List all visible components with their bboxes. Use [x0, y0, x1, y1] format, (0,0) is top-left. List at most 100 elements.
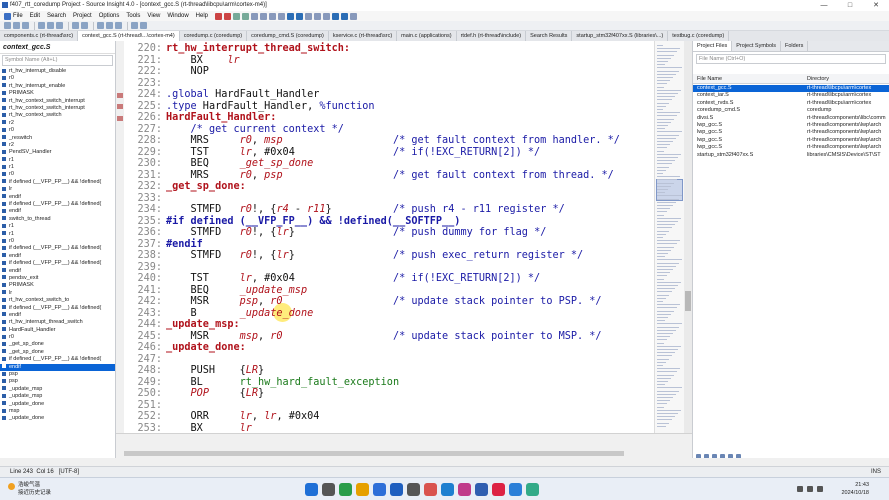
- symbol-list-item[interactable]: r2: [0, 142, 115, 149]
- toolbar-icon[interactable]: [350, 12, 358, 20]
- symbol-list-item[interactable]: r0: [0, 238, 115, 245]
- symbol-list-item[interactable]: if defined (__VFP_FP__) && !defined(: [0, 260, 115, 267]
- symbol-list-item[interactable]: r0: [0, 75, 115, 82]
- symbol-list-item[interactable]: rt_hw_context_switch_interrupt: [0, 105, 115, 112]
- save-icon[interactable]: [22, 22, 29, 29]
- project-file-row[interactable]: lwp_gcc.S rt-thread\components\lwp\arch: [693, 137, 889, 144]
- toolbar-icon[interactable]: [341, 12, 349, 20]
- minimize-icon[interactable]: —: [811, 0, 837, 11]
- toolbar-icon[interactable]: [323, 12, 331, 20]
- replace-icon[interactable]: [106, 22, 113, 29]
- symbol-list-item[interactable]: r1: [0, 157, 115, 164]
- toolbar-icon[interactable]: [287, 12, 295, 20]
- menu-search[interactable]: Search: [47, 13, 66, 19]
- symbol-list-item[interactable]: _update_done: [0, 401, 115, 408]
- undo-icon[interactable]: [72, 22, 79, 29]
- symbol-list-item[interactable]: endif: [0, 268, 115, 275]
- back-icon[interactable]: [131, 22, 138, 29]
- tab-kservice-c[interactable]: kservice.c (rt-thread\src): [329, 31, 398, 41]
- column-file-name[interactable]: File Name: [697, 74, 722, 84]
- project-file-row[interactable]: coredump_cmd.S coredump: [693, 107, 889, 114]
- panel-tool-icon[interactable]: [704, 454, 709, 458]
- tab-components-c[interactable]: components.c (rt-thread\src): [0, 31, 79, 41]
- symbol-list-item[interactable]: msp: [0, 408, 115, 415]
- panel-tool-icon[interactable]: [736, 454, 741, 458]
- symbol-list-item[interactable]: HardFault_Handler: [0, 327, 115, 334]
- project-file-row[interactable]: lwp_gcc.S rt-thread\components\lwp\arch: [693, 129, 889, 136]
- toolbar-icon[interactable]: [215, 12, 223, 20]
- chrome-icon[interactable]: [339, 483, 352, 496]
- panel-tool-icon[interactable]: [728, 454, 733, 458]
- tab-project-files[interactable]: Project Files: [693, 41, 733, 51]
- toolbar-icon[interactable]: [224, 12, 232, 20]
- project-file-row[interactable]: context_iar.S rt-thread\libcpu\arm\cortex: [693, 92, 889, 99]
- toolbar-icon[interactable]: [296, 12, 304, 20]
- symbol-list-item[interactable]: PRIMASK: [0, 282, 115, 289]
- open-file-icon[interactable]: [13, 22, 20, 29]
- tab-startup-stm32[interactable]: startup_stm32f407xx.S (libraries\...): [572, 31, 669, 41]
- symbol-list-item[interactable]: lr: [0, 290, 115, 297]
- panel-tool-icon[interactable]: [696, 454, 701, 458]
- app-icon[interactable]: [390, 483, 403, 496]
- tab-coredump-cmd-s[interactable]: coredump_cmd.S (coredump): [247, 31, 329, 41]
- symbol-list-item[interactable]: rt_hw_interrupt_enable: [0, 83, 115, 90]
- source-insight-icon[interactable]: [475, 483, 488, 496]
- tab-project-symbols[interactable]: Project Symbols: [732, 41, 782, 51]
- tab-folders[interactable]: Folders: [781, 41, 809, 51]
- toolbar-icon[interactable]: [269, 12, 277, 20]
- tab-testbug-c[interactable]: testbug.c (coredump): [668, 31, 730, 41]
- symbol-list-item[interactable]: rt_hw_context_switch: [0, 112, 115, 119]
- code-overview-minimap[interactable]: [654, 41, 684, 433]
- menu-view[interactable]: View: [147, 13, 160, 19]
- menu-edit[interactable]: Edit: [30, 13, 40, 19]
- paste-icon[interactable]: [56, 22, 63, 29]
- symbol-list-item[interactable]: r1: [0, 223, 115, 230]
- start-icon[interactable]: [305, 483, 318, 496]
- symbol-list-item[interactable]: if defined (__VFP_FP__) && !defined(: [0, 179, 115, 186]
- symbol-list-item[interactable]: endif: [0, 208, 115, 215]
- symbol-list-item[interactable]: r0: [0, 334, 115, 341]
- symbol-list-item[interactable]: r1: [0, 231, 115, 238]
- menu-project[interactable]: Project: [73, 13, 92, 19]
- symbol-list-item[interactable]: r2: [0, 120, 115, 127]
- project-file-row[interactable]: context_gcc.S rt-thread\libcpu\arm\cortex: [693, 85, 889, 93]
- app-icon[interactable]: [441, 483, 454, 496]
- chevron-up-icon[interactable]: [797, 486, 803, 492]
- tab-search-results[interactable]: Search Results: [526, 31, 573, 41]
- project-file-row[interactable]: context_rvds.S rt-thread\libcpu\arm\corte…: [693, 100, 889, 107]
- symbol-list-item[interactable]: endif: [0, 194, 115, 201]
- app-icon[interactable]: [424, 483, 437, 496]
- symbol-list-item[interactable]: r0: [0, 127, 115, 134]
- symbol-list-item[interactable]: _update_msp: [0, 393, 115, 400]
- file-explorer-icon[interactable]: [356, 483, 369, 496]
- symbol-list-item[interactable]: rt_hw_context_switch_interrupt: [0, 98, 115, 105]
- symbol-list-item[interactable]: lr: [0, 186, 115, 193]
- cut-icon[interactable]: [38, 22, 45, 29]
- redo-icon[interactable]: [81, 22, 88, 29]
- symbol-list-item[interactable]: r1: [0, 164, 115, 171]
- toolbar-icon[interactable]: [251, 12, 259, 20]
- tab-rtdef-h[interactable]: rtdef.h (rt-thread\include): [457, 31, 527, 41]
- vertical-scroll-thumb[interactable]: [685, 291, 691, 311]
- maximize-icon[interactable]: □: [837, 0, 863, 11]
- search-icon[interactable]: [97, 22, 104, 29]
- panel-tool-icon[interactable]: [720, 454, 725, 458]
- symbol-list-item[interactable]: _update_msp: [0, 386, 115, 393]
- symbol-list-item[interactable]: _reswitch: [0, 135, 115, 142]
- toolbar-icon[interactable]: [305, 12, 313, 20]
- column-directory[interactable]: Directory: [807, 74, 829, 84]
- menu-file[interactable]: File: [13, 13, 23, 19]
- toolbar-icon[interactable]: [233, 12, 241, 20]
- new-file-icon[interactable]: [4, 22, 11, 29]
- symbol-list-item[interactable]: endif: [0, 312, 115, 319]
- symbol-list-item[interactable]: _get_sp_done: [0, 349, 115, 356]
- clock[interactable]: 21:43 2024/10/18: [841, 481, 869, 497]
- symbol-list-item[interactable]: if defined (__VFP_FP__) && !defined(: [0, 356, 115, 363]
- forward-icon[interactable]: [140, 22, 147, 29]
- toolbar-icon[interactable]: [314, 12, 322, 20]
- symbol-list-item[interactable]: if defined (__VFP_FP__) && !defined(: [0, 305, 115, 312]
- tab-coredump-c[interactable]: coredump.c (coredump): [180, 31, 248, 41]
- panel-tool-icon[interactable]: [712, 454, 717, 458]
- symbol-list-item[interactable]: if defined (__VFP_FP__) && !defined(: [0, 245, 115, 252]
- menu-window[interactable]: Window: [167, 13, 188, 19]
